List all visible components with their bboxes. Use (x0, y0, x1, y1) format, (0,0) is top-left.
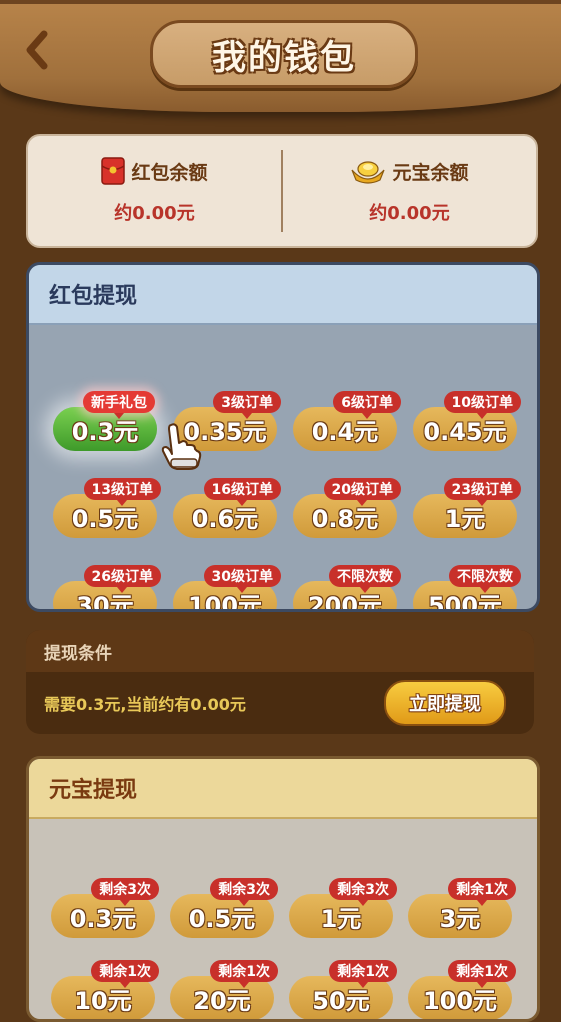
option-tag: 剩余1次 (91, 960, 159, 988)
header: 我的钱包 (0, 0, 561, 112)
back-button[interactable] (22, 30, 52, 70)
option-3[interactable]: 0.45元 10级订单 (413, 391, 521, 451)
amount-pill[interactable]: 20元 (170, 976, 274, 1019)
amount-pill-selected[interactable]: 0.3元 (53, 407, 157, 451)
option-tag: 16级订单 (203, 478, 281, 506)
option-tag: 剩余1次 (448, 878, 516, 906)
option-tag: 不限次数 (449, 565, 521, 593)
amount-pill[interactable]: 50元 (289, 976, 393, 1019)
option-tag: 不限次数 (329, 565, 401, 593)
option-tag: 剩余1次 (329, 960, 397, 988)
option-tag: 3级订单 (213, 391, 281, 419)
condition-text: 需要0.3元,当前约有0.00元 (44, 695, 246, 714)
option-tag: 10级订单 (443, 391, 521, 419)
amount-pill[interactable]: 10元 (51, 976, 155, 1019)
option-11[interactable]: 500元 不限次数 (413, 565, 521, 609)
pointing-hand-icon (161, 423, 202, 470)
amount-pill[interactable]: 0.6元 (173, 494, 277, 538)
option-tag: 13级订单 (83, 478, 161, 506)
option-tag: 30级订单 (203, 565, 281, 593)
gold-balance-value: 约0.00元 (369, 202, 450, 224)
red-envelope-icon (101, 157, 126, 185)
option-tag: 26级订单 (83, 565, 161, 593)
red-balance-label: 红包余额 (131, 161, 208, 184)
red-balance: 红包余额 约0.00元 (28, 136, 281, 246)
gold-option-7[interactable]: 100元 剩余1次 (408, 960, 516, 1019)
page-title: 我的钱包 (212, 37, 356, 78)
option-tag: 20级订单 (323, 478, 401, 506)
amount-pill[interactable]: 3元 (408, 894, 512, 938)
withdraw-condition-panel: 提现条件 需要0.3元,当前约有0.00元 立即提现 (26, 630, 534, 734)
gold-option-0[interactable]: 0.3元 剩余3次 (51, 878, 159, 938)
amount-pill[interactable]: 1元 (289, 894, 393, 938)
gold-withdraw-title: 元宝提现 (29, 759, 537, 819)
gold-balance: 元宝余额 约0.00元 (283, 136, 536, 246)
option-tag: 剩余1次 (210, 960, 278, 988)
amount-pill[interactable]: 0.5元 (53, 494, 157, 538)
amount-pill[interactable]: 1元 (413, 494, 517, 538)
option-7[interactable]: 1元 23级订单 (413, 478, 521, 538)
option-9[interactable]: 100元 30级订单 (173, 565, 281, 609)
condition-title: 提现条件 (26, 630, 534, 672)
withdraw-now-button[interactable]: 立即提现 (384, 680, 506, 726)
option-tag: 新手礼包 (83, 391, 155, 419)
option-tag: 剩余3次 (210, 878, 278, 906)
chevron-left-icon (26, 30, 48, 70)
redpacket-withdraw-panel: 红包提现 0.3元 新手礼包 0.35元 3级订单 0.4元 6级订单 0.45… (26, 262, 540, 612)
option-tag: 23级订单 (443, 478, 521, 506)
option-5[interactable]: 0.6元 16级订单 (173, 478, 281, 538)
amount-pill[interactable]: 100元 (408, 976, 512, 1019)
option-2[interactable]: 0.4元 6级订单 (293, 391, 401, 451)
option-0[interactable]: 0.3元 新手礼包 (53, 391, 157, 451)
gold-option-6[interactable]: 50元 剩余1次 (289, 960, 397, 1019)
option-6[interactable]: 0.8元 20级订单 (293, 478, 401, 538)
option-8[interactable]: 30元 26级订单 (53, 565, 161, 609)
option-10[interactable]: 200元 不限次数 (293, 565, 401, 609)
balance-card: 红包余额 约0.00元 元宝余额 约0.00元 (26, 134, 538, 248)
amount-pill[interactable]: 0.45元 (413, 407, 517, 451)
red-balance-value: 约0.00元 (114, 203, 195, 224)
option-tag: 剩余1次 (448, 960, 516, 988)
gold-option-4[interactable]: 10元 剩余1次 (51, 960, 159, 1019)
page-title-plaque: 我的钱包 (150, 20, 418, 88)
gold-option-2[interactable]: 1元 剩余3次 (289, 878, 397, 938)
amount-pill[interactable]: 0.5元 (170, 894, 274, 938)
gold-option-5[interactable]: 20元 剩余1次 (170, 960, 278, 1019)
option-tag: 剩余3次 (329, 878, 397, 906)
amount-pill[interactable]: 0.4元 (293, 407, 397, 451)
gold-ingot-icon (351, 161, 386, 184)
redpacket-withdraw-title: 红包提现 (29, 265, 537, 325)
option-tag: 6级订单 (333, 391, 401, 419)
gold-withdraw-panel: 元宝提现 0.3元 剩余3次 0.5元 剩余3次 1元 剩余3次 3元 剩余1次… (26, 756, 540, 1022)
gold-option-1[interactable]: 0.5元 剩余3次 (170, 878, 278, 938)
gold-balance-label: 元宝余额 (392, 161, 469, 184)
amount-pill[interactable]: 0.3元 (51, 894, 155, 938)
amount-pill[interactable]: 0.8元 (293, 494, 397, 538)
option-tag: 剩余3次 (91, 878, 159, 906)
gold-option-3[interactable]: 3元 剩余1次 (408, 878, 516, 938)
option-4[interactable]: 0.5元 13级订单 (53, 478, 161, 538)
